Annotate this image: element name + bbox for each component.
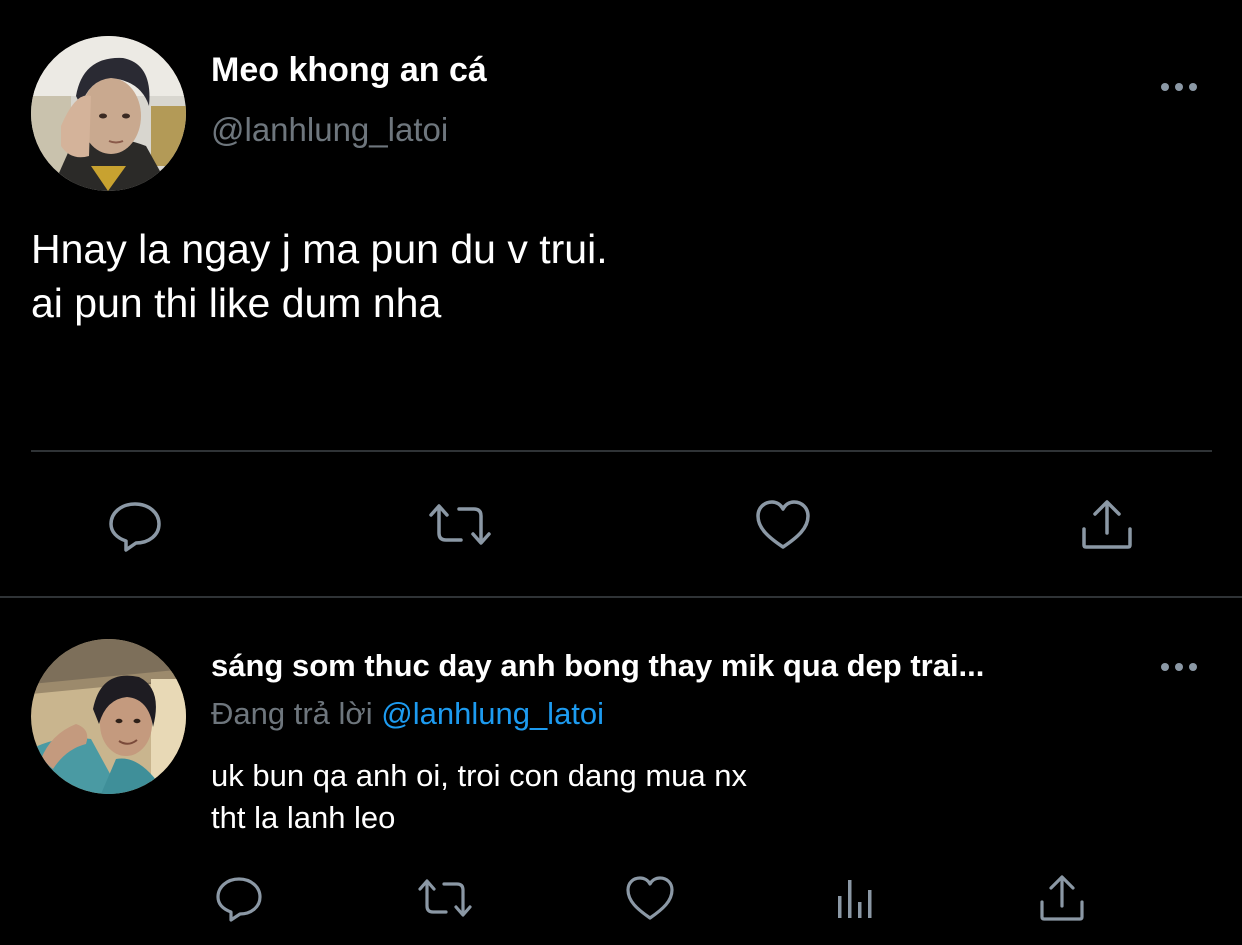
retweet-icon[interactable] (425, 495, 495, 555)
reply-icon[interactable] (212, 870, 266, 926)
reply-text: uk bun qa anh oi, troi con dang mua nx t… (211, 755, 747, 839)
like-icon[interactable] (623, 870, 677, 926)
share-icon[interactable] (1036, 870, 1088, 926)
like-icon[interactable] (752, 495, 814, 555)
more-options-icon[interactable] (1158, 650, 1200, 684)
author-handle[interactable]: @lanhlung_latoi (211, 110, 448, 150)
tweet-text-line: Hnay la ngay j ma pun du v trui. (31, 226, 608, 272)
more-options-icon[interactable] (1158, 70, 1200, 104)
retweet-icon[interactable] (415, 870, 475, 926)
tweet-text: Hnay la ngay j ma pun du v trui. ai pun … (31, 222, 608, 330)
section-divider (0, 596, 1242, 598)
reply-text-line: tht la lanh leo (211, 800, 396, 835)
replying-to-mention-link[interactable]: @lanhlung_latoi (381, 696, 604, 731)
replying-to-label: Đang trả lời (211, 696, 373, 731)
share-icon[interactable] (1078, 495, 1136, 555)
replying-to-context: Đang trả lời @lanhlung_latoi (211, 694, 604, 734)
avatar-photo (31, 36, 186, 191)
reply-author-display-name[interactable]: sáng som thuc day anh bong thay mik qua … (211, 646, 984, 686)
divider (31, 450, 1212, 452)
reply-text-line: uk bun qa anh oi, troi con dang mua nx (211, 758, 747, 793)
tweet-text-line: ai pun thi like dum nha (31, 280, 442, 326)
author-avatar[interactable] (31, 36, 186, 191)
analytics-icon[interactable] (832, 870, 880, 926)
reply-author-avatar[interactable] (31, 639, 186, 794)
reply-icon[interactable] (104, 495, 166, 555)
author-display-name[interactable]: Meo khong an cá (211, 50, 487, 90)
avatar-photo (31, 639, 186, 794)
